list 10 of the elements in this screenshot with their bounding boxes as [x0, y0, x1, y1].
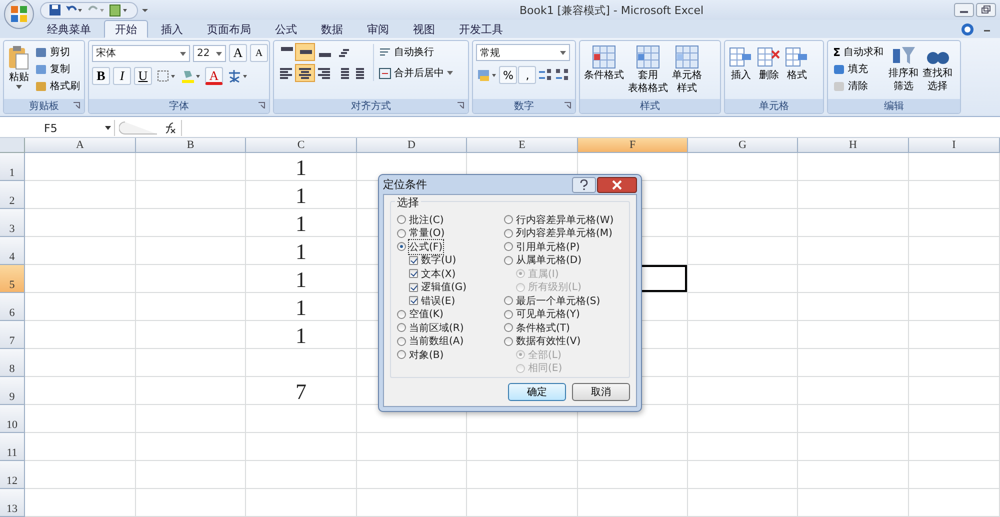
- group-title: 字体: [169, 100, 189, 114]
- group-label: 选择: [395, 195, 421, 210]
- window-title: Book1 [兼容模式] - Microsoft Excel: [518, 2, 705, 18]
- group-title: 编辑: [884, 100, 904, 114]
- group-title: 对齐方式: [351, 100, 391, 114]
- dialog-title: 定位条件: [383, 177, 427, 192]
- group-title: 单元格: [759, 100, 789, 114]
- group-title: 样式: [640, 100, 660, 114]
- group-title: 剪贴板: [29, 100, 59, 114]
- group-title: 数字: [514, 100, 534, 114]
